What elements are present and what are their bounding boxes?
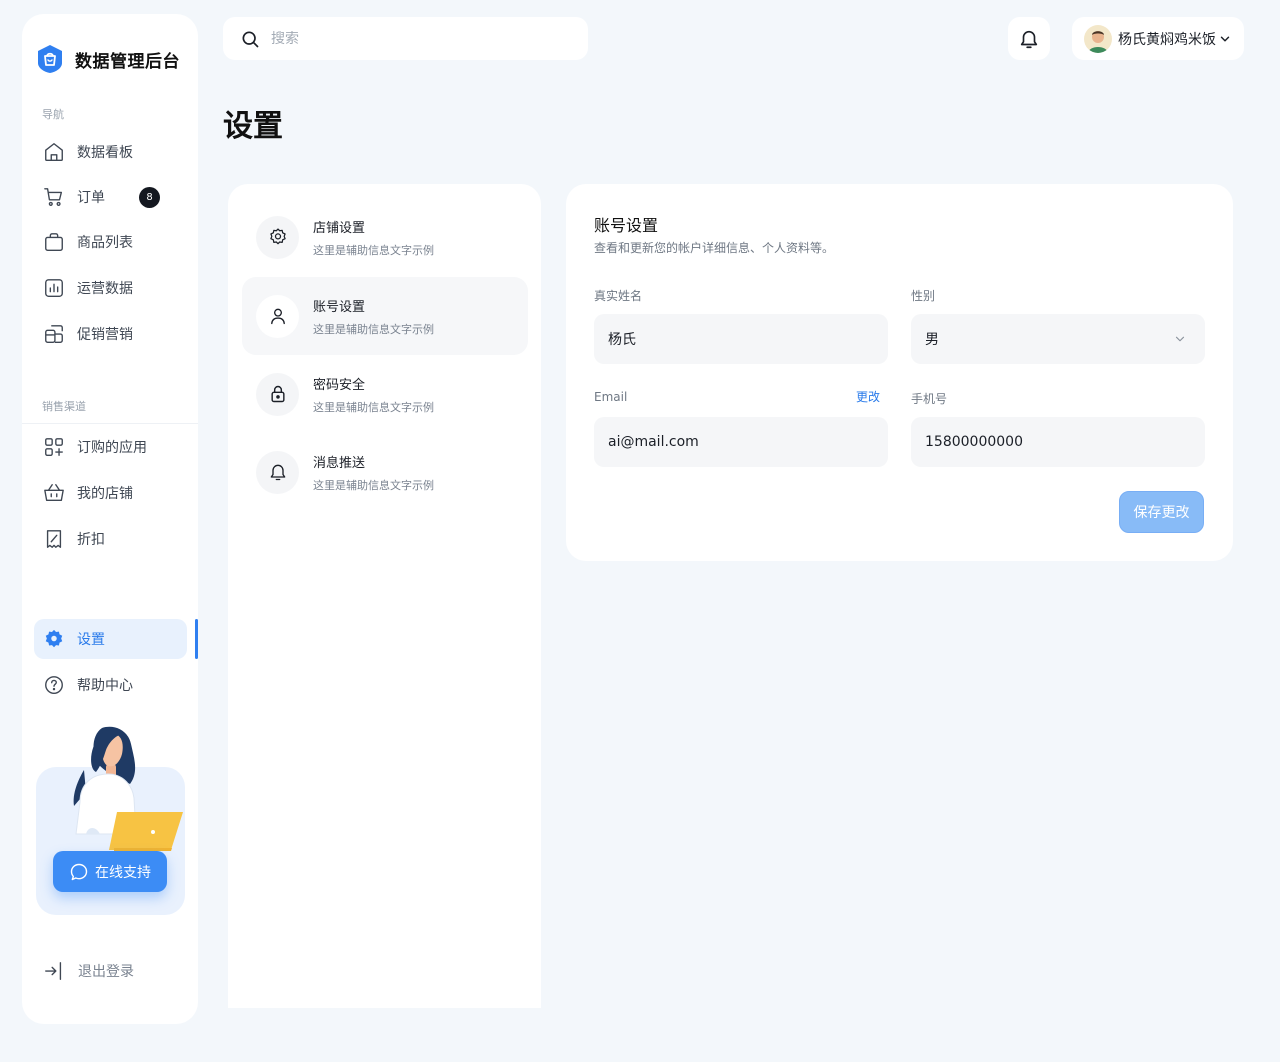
discount-icon bbox=[46, 530, 62, 548]
sidebar-item-label: 我的店铺 bbox=[77, 486, 133, 502]
sidebar-item-products[interactable]: 商品列表 bbox=[34, 222, 187, 262]
bell-icon bbox=[1020, 30, 1038, 48]
lock-icon bbox=[270, 385, 285, 403]
chevron-down-icon bbox=[1220, 36, 1230, 41]
menu-icon-container bbox=[256, 372, 299, 416]
real-name-input[interactable] bbox=[608, 331, 888, 347]
user-name: 杨氏黄焖鸡米饭 bbox=[1118, 31, 1216, 48]
gear-icon bbox=[45, 629, 63, 648]
email-change-link[interactable]: 更改 bbox=[856, 388, 880, 405]
menu-item-title: 密码安全 bbox=[313, 377, 366, 393]
email-field[interactable] bbox=[594, 417, 888, 467]
page-title: 设置 bbox=[223, 109, 283, 144]
settings-menu-account[interactable]: 账号设置 这里是辅助信息文字示例 bbox=[242, 277, 528, 355]
sidebar-item-dashboard[interactable]: 数据看板 bbox=[34, 132, 187, 172]
settings-menu-security[interactable]: 密码安全 这里是辅助信息文字示例 bbox=[242, 355, 528, 433]
settings-menu-panel: 店铺设置 这里是辅助信息文字示例 账号设置 这里是辅助信息文字示例 密码安全 这… bbox=[228, 184, 541, 1008]
sidebar-item-label: 设置 bbox=[77, 632, 105, 648]
menu-item-title: 消息推送 bbox=[313, 455, 366, 471]
real-name-label: 真实姓名 bbox=[594, 289, 643, 303]
gender-value: 男 bbox=[925, 332, 939, 348]
menu-icon-container bbox=[256, 294, 299, 338]
menu-item-text: 密码安全 这里是辅助信息文字示例 bbox=[313, 374, 434, 415]
gear-icon bbox=[269, 228, 286, 245]
sidebar: 数据管理后台 导航 数据看板 订单 8 商品列表 运营数据 促销营销 销售渠道 … bbox=[22, 14, 198, 1024]
settings-menu-notifications[interactable]: 消息推送 这里是辅助信息文字示例 bbox=[242, 433, 528, 511]
bag-icon bbox=[45, 233, 63, 251]
sidebar-item-settings[interactable]: 设置 bbox=[34, 619, 187, 659]
cart-icon bbox=[44, 188, 63, 206]
form-title: 账号设置 bbox=[594, 216, 659, 235]
help-icon bbox=[45, 676, 63, 694]
email-input[interactable] bbox=[608, 434, 888, 450]
brand-name: 数据管理后台 bbox=[75, 51, 180, 72]
sidebar-item-label: 订购的应用 bbox=[77, 440, 147, 456]
settings-menu-store[interactable]: 店铺设置 这里是辅助信息文字示例 bbox=[242, 198, 528, 276]
sidebar-item-label: 商品列表 bbox=[77, 235, 133, 251]
phone-label: 手机号 bbox=[911, 392, 948, 406]
search-input[interactable] bbox=[271, 30, 561, 47]
menu-item-subtitle: 这里是辅助信息文字示例 bbox=[313, 400, 434, 414]
online-support-button[interactable]: 在线支持 bbox=[53, 851, 167, 892]
sidebar-item-label: 帮助中心 bbox=[77, 678, 133, 694]
shield-bag-icon bbox=[38, 45, 62, 73]
sidebar-item-label: 订单 bbox=[77, 190, 105, 206]
search-icon bbox=[242, 31, 259, 47]
chevron-down-icon bbox=[1175, 336, 1185, 342]
notifications-button[interactable] bbox=[1008, 17, 1050, 60]
gender-select[interactable]: 男 bbox=[911, 314, 1205, 364]
sidebar-item-subscribed-apps[interactable]: 订购的应用 bbox=[34, 427, 187, 467]
form-description: 查看和更新您的帐户详细信息、个人资料等。 bbox=[594, 241, 835, 255]
search-bar[interactable] bbox=[223, 17, 588, 60]
logout-label: 退出登录 bbox=[78, 964, 134, 980]
menu-item-subtitle: 这里是辅助信息文字示例 bbox=[313, 322, 434, 336]
sidebar-item-analytics[interactable]: 运营数据 bbox=[34, 268, 187, 308]
menu-item-title: 店铺设置 bbox=[313, 220, 366, 236]
section-divider bbox=[22, 423, 198, 424]
sidebar-item-label: 数据看板 bbox=[77, 145, 133, 161]
menu-icon-container bbox=[256, 450, 299, 494]
email-label: Email bbox=[594, 390, 628, 404]
channel-section-label: 销售渠道 bbox=[42, 400, 86, 413]
menu-item-text: 店铺设置 这里是辅助信息文字示例 bbox=[313, 217, 434, 258]
avatar bbox=[1084, 24, 1112, 53]
menu-item-text: 消息推送 这里是辅助信息文字示例 bbox=[313, 452, 434, 493]
sidebar-item-discount[interactable]: 折扣 bbox=[34, 519, 187, 559]
logout-icon bbox=[45, 962, 62, 980]
sidebar-item-label: 运营数据 bbox=[77, 281, 133, 297]
sidebar-item-label: 折扣 bbox=[77, 532, 105, 548]
sidebar-item-promotions[interactable]: 促销营销 bbox=[34, 314, 187, 354]
save-changes-button[interactable]: 保存更改 bbox=[1119, 491, 1204, 533]
sidebar-item-label: 促销营销 bbox=[77, 327, 133, 343]
phone-field[interactable] bbox=[911, 417, 1205, 467]
account-settings-panel: 账号设置 查看和更新您的帐户详细信息、个人资料等。 真实姓名 性别 男 Emai… bbox=[566, 184, 1233, 561]
menu-icon-container bbox=[256, 215, 299, 259]
woman-with-laptop-illustration bbox=[73, 726, 183, 851]
chart-icon bbox=[45, 279, 63, 297]
active-item-indicator bbox=[195, 619, 198, 659]
promo-icon bbox=[45, 325, 63, 343]
basket-icon bbox=[44, 484, 64, 502]
brand[interactable]: 数据管理后台 bbox=[36, 44, 180, 74]
home-icon bbox=[45, 143, 63, 161]
user-icon bbox=[270, 308, 285, 325]
orders-count-badge: 8 bbox=[139, 186, 160, 208]
gender-label: 性别 bbox=[911, 289, 936, 303]
menu-item-title: 账号设置 bbox=[313, 299, 366, 315]
menu-item-subtitle: 这里是辅助信息文字示例 bbox=[313, 243, 434, 257]
sidebar-item-help[interactable]: 帮助中心 bbox=[34, 665, 187, 705]
sidebar-item-my-store[interactable]: 我的店铺 bbox=[34, 473, 187, 513]
menu-item-text: 账号设置 这里是辅助信息文字示例 bbox=[313, 296, 434, 337]
logout-button[interactable]: 退出登录 bbox=[43, 960, 134, 982]
bell-icon bbox=[270, 464, 285, 481]
user-menu[interactable]: 杨氏黄焖鸡米饭 bbox=[1072, 17, 1244, 60]
sidebar-item-orders[interactable]: 订单 8 bbox=[34, 177, 187, 217]
apps-icon bbox=[45, 438, 63, 456]
phone-input[interactable] bbox=[925, 434, 1205, 450]
nav-section-label: 导航 bbox=[42, 108, 64, 121]
real-name-field[interactable] bbox=[594, 314, 888, 364]
menu-item-subtitle: 这里是辅助信息文字示例 bbox=[313, 478, 434, 492]
online-support-label: 在线支持 bbox=[95, 864, 151, 881]
chat-bubble-icon bbox=[70, 863, 88, 880]
